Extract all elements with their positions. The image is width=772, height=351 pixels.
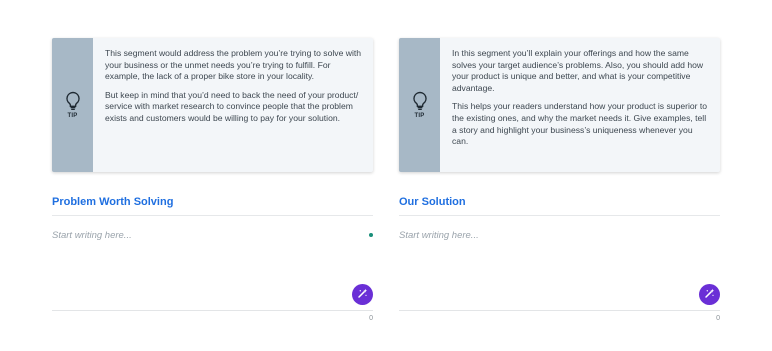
status-dot xyxy=(369,233,373,237)
editor-placeholder: Start writing here... xyxy=(399,230,479,241)
tip-card: TIP This segment would address the probl… xyxy=(52,38,373,172)
tip-paragraph: But keep in mind that you’d need to back… xyxy=(105,89,359,123)
tip-sidebar: TIP xyxy=(52,38,93,172)
magic-wand-icon xyxy=(704,287,715,302)
character-count: 0 xyxy=(716,315,720,322)
lightbulb-icon xyxy=(412,91,428,111)
ai-assist-button[interactable] xyxy=(699,284,720,305)
tip-label: TIP xyxy=(67,113,78,119)
character-count: 0 xyxy=(369,315,373,322)
ai-assist-button[interactable] xyxy=(352,284,373,305)
magic-wand-icon xyxy=(357,287,368,302)
text-editor[interactable]: Start writing here... xyxy=(52,216,373,311)
problem-section: TIP This segment would address the probl… xyxy=(52,38,373,322)
tip-text: In this segment you’ll explain your offe… xyxy=(440,38,720,172)
tip-paragraph: This helps your readers understand how y… xyxy=(452,101,708,147)
text-editor[interactable]: Start writing here... xyxy=(399,216,720,311)
tip-label: TIP xyxy=(414,113,425,119)
tip-sidebar: TIP xyxy=(399,38,440,172)
solution-section: TIP In this segment you’ll explain your … xyxy=(399,38,720,322)
editor-placeholder: Start writing here... xyxy=(52,230,132,241)
tip-paragraph: In this segment you’ll explain your offe… xyxy=(452,48,704,93)
tip-card: TIP In this segment you’ll explain your … xyxy=(399,38,720,172)
tip-text: This segment would address the problem y… xyxy=(93,38,373,172)
lightbulb-icon xyxy=(65,91,81,111)
section-title: Problem Worth Solving xyxy=(52,196,373,216)
section-title: Our Solution xyxy=(399,196,720,216)
tip-paragraph: This segment would address the problem y… xyxy=(105,48,362,82)
